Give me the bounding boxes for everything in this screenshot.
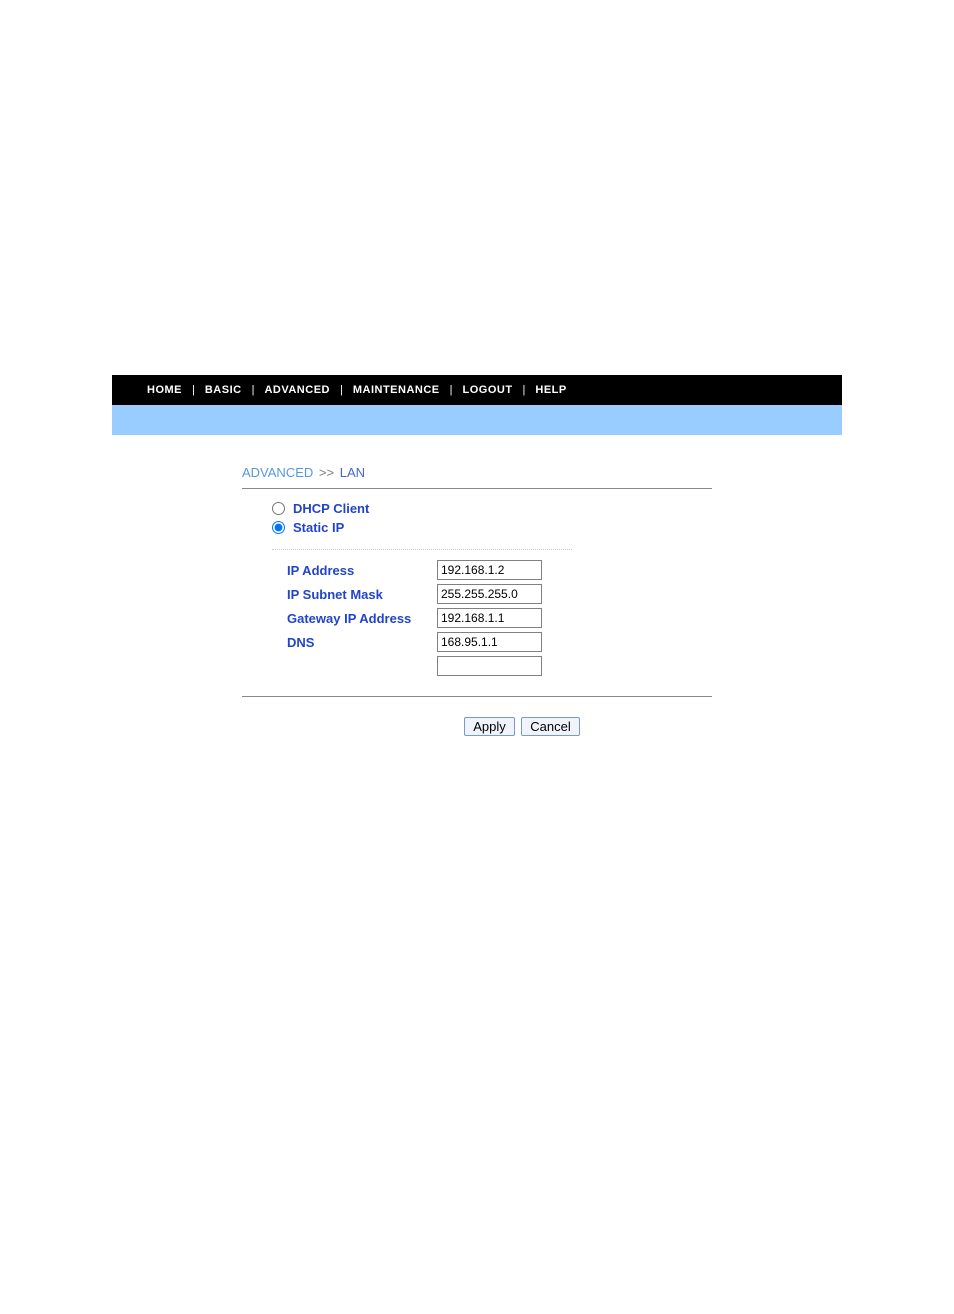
main-nav-bar: HOME | BASIC | ADVANCED | MAINTENANCE | … bbox=[112, 375, 842, 405]
subnet-label: IP Subnet Mask bbox=[287, 587, 437, 602]
gateway-input[interactable] bbox=[437, 608, 542, 628]
dns2-input[interactable] bbox=[437, 656, 542, 676]
breadcrumb-current: LAN bbox=[340, 465, 365, 480]
breadcrumb-arrow-icon: >> bbox=[319, 465, 334, 480]
nav-separator: | bbox=[450, 384, 453, 396]
action-buttons: Apply Cancel bbox=[242, 717, 712, 736]
subnet-row: IP Subnet Mask bbox=[287, 584, 712, 604]
sub-nav-bar bbox=[112, 405, 842, 435]
connection-type-radio-group: DHCP Client Static IP bbox=[242, 501, 712, 535]
dns-row: DNS bbox=[287, 632, 712, 652]
static-radio[interactable] bbox=[272, 521, 285, 534]
subnet-input[interactable] bbox=[437, 584, 542, 604]
ip-address-input[interactable] bbox=[437, 560, 542, 580]
dhcp-radio-label: DHCP Client bbox=[293, 501, 369, 516]
breadcrumb-section: ADVANCED bbox=[242, 465, 313, 480]
nav-separator: | bbox=[340, 384, 343, 396]
dns-label: DNS bbox=[287, 635, 437, 650]
ip-address-row: IP Address bbox=[287, 560, 712, 580]
ip-address-label: IP Address bbox=[287, 563, 437, 578]
nav-basic[interactable]: BASIC bbox=[205, 384, 242, 396]
static-radio-row: Static IP bbox=[272, 520, 712, 535]
nav-advanced[interactable]: ADVANCED bbox=[264, 384, 330, 396]
nav-logout[interactable]: LOGOUT bbox=[462, 384, 512, 396]
nav-separator: | bbox=[523, 384, 526, 396]
dns2-row bbox=[287, 656, 712, 676]
dhcp-radio-row: DHCP Client bbox=[272, 501, 712, 516]
nav-help[interactable]: HELP bbox=[535, 384, 566, 396]
dotted-divider bbox=[272, 549, 572, 550]
dhcp-radio[interactable] bbox=[272, 502, 285, 515]
nav-home[interactable]: HOME bbox=[147, 384, 182, 396]
nav-maintenance[interactable]: MAINTENANCE bbox=[353, 384, 440, 396]
content-area: ADVANCED >> LAN DHCP Client Static IP IP… bbox=[112, 435, 842, 766]
breadcrumb: ADVANCED >> LAN bbox=[242, 465, 712, 480]
dns-input[interactable] bbox=[437, 632, 542, 652]
gateway-row: Gateway IP Address bbox=[287, 608, 712, 628]
apply-button[interactable]: Apply bbox=[464, 717, 515, 736]
nav-separator: | bbox=[252, 384, 255, 396]
divider-bottom bbox=[242, 696, 712, 697]
gateway-label: Gateway IP Address bbox=[287, 611, 437, 626]
cancel-button[interactable]: Cancel bbox=[521, 717, 579, 736]
static-ip-form: IP Address IP Subnet Mask Gateway IP Add… bbox=[242, 560, 712, 676]
static-radio-label: Static IP bbox=[293, 520, 344, 535]
nav-separator: | bbox=[192, 384, 195, 396]
divider-top bbox=[242, 488, 712, 489]
